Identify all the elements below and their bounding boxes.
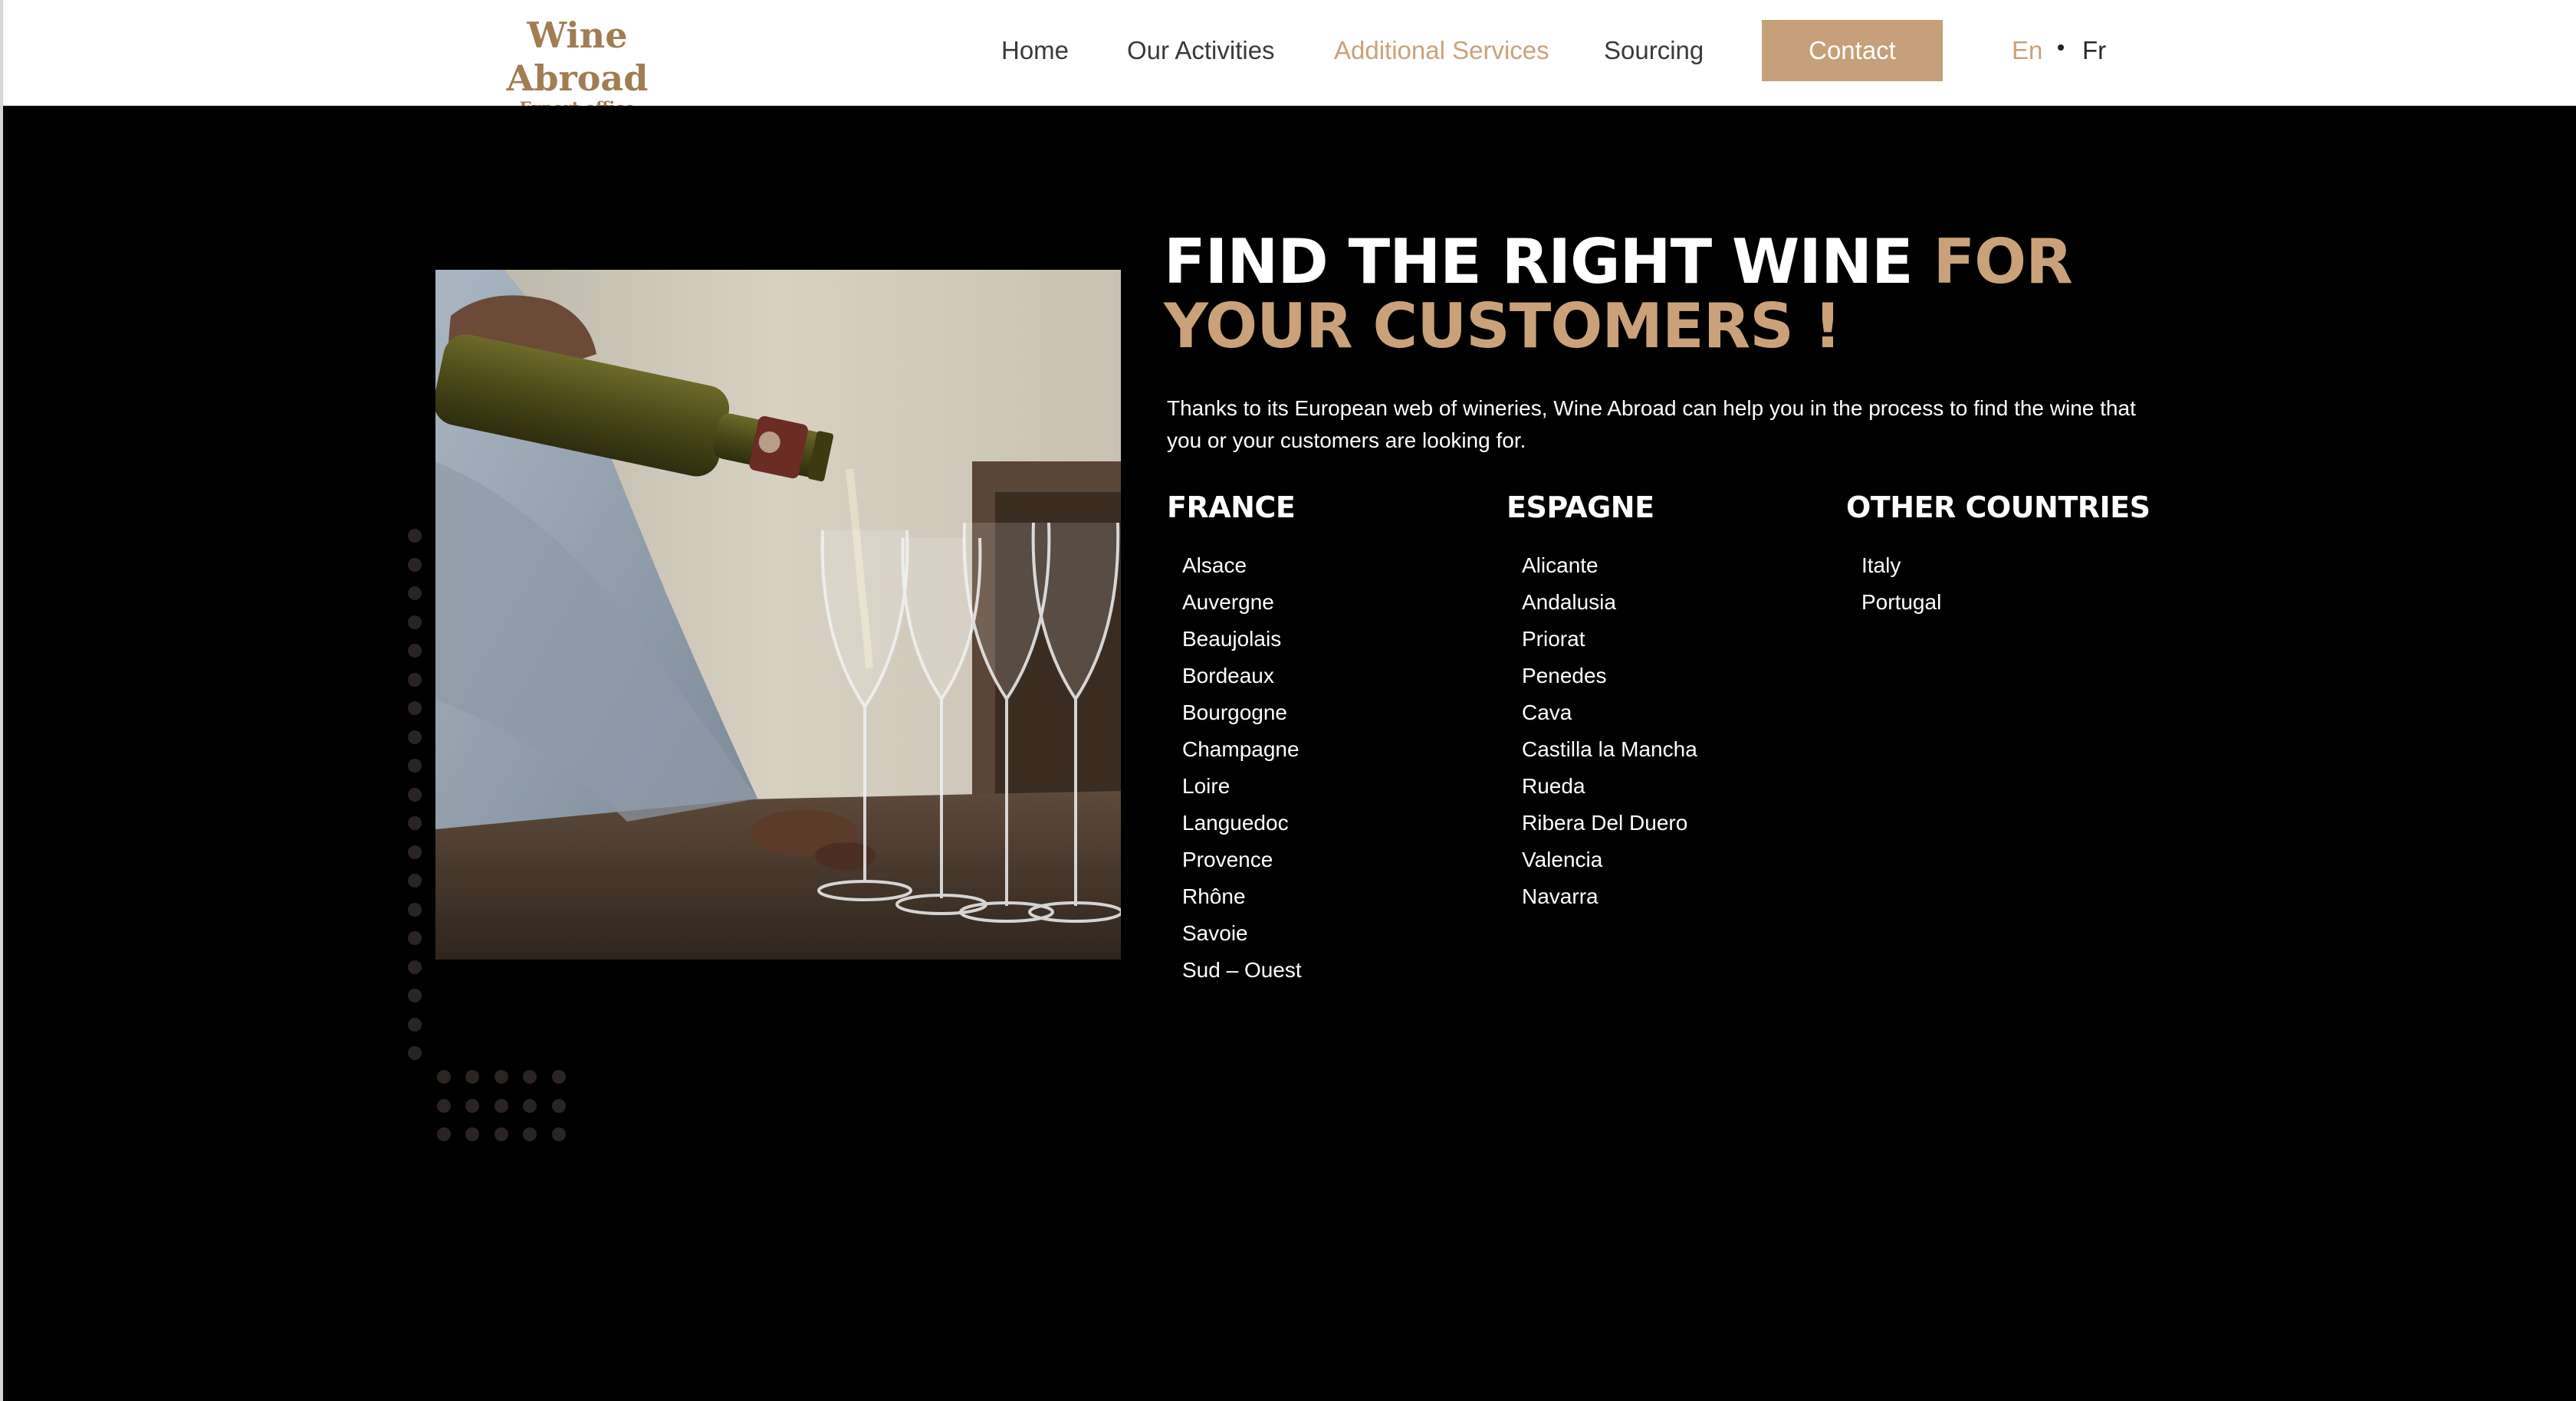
region-item[interactable]: Auvergne [1182, 584, 1504, 621]
decorative-dot [494, 1098, 508, 1113]
decorative-dot [408, 557, 422, 572]
decorative-dot [408, 644, 422, 658]
region-item[interactable]: Sud – Ouest [1182, 952, 1504, 989]
region-list-espagne: Alicante Andalusia Priorat Penedes Cava Casti… [1506, 547, 1844, 915]
decorative-dot [408, 989, 422, 1002]
decorative-dot [408, 787, 422, 802]
decorative-dot [408, 615, 422, 629]
lang-en-link[interactable]: En [2012, 35, 2042, 66]
region-item[interactable]: Penedes [1522, 658, 1844, 694]
region-item[interactable]: Alsace [1182, 547, 1504, 584]
decorative-dot [408, 845, 422, 859]
region-item[interactable]: Andalusia [1522, 584, 1844, 621]
region-title-france: FRANCE [1167, 491, 1296, 524]
decorative-dot [436, 1070, 451, 1084]
region-item[interactable]: Castilla la Mancha [1522, 731, 1844, 768]
nav-home[interactable]: Home [1001, 35, 1069, 66]
page-headline: FIND THE RIGHT WINE FOR YOUR CUSTOMERS ! [1164, 230, 2176, 359]
decorative-dot [408, 730, 422, 744]
decorative-dot [551, 1127, 566, 1141]
region-column-espagne: ESPAGNE Alicante Andalusia Priorat Penedes C… [1506, 489, 1844, 915]
region-column-other: OTHER COUNTRIES Italy Portugal [1846, 489, 2183, 621]
decorative-dot [465, 1127, 479, 1141]
decorative-dot [408, 586, 422, 600]
decorative-dot [408, 931, 422, 945]
lang-fr-link[interactable]: Fr [2082, 35, 2106, 66]
region-list-other: Italy Portugal [1846, 547, 2183, 621]
nav-additional-services[interactable]: Additional Services [1334, 35, 1549, 66]
region-item[interactable]: Valencia [1522, 842, 1844, 878]
decorative-dot [523, 1098, 537, 1113]
region-item[interactable]: Languedoc [1182, 805, 1504, 842]
decorative-dot [408, 529, 422, 543]
region-list-france: Alsace Auvergne Beaujolais Bordeaux Bourgogn… [1167, 547, 1504, 989]
region-item[interactable]: Ribera Del Duero [1522, 805, 1844, 842]
region-item[interactable]: Rhône [1182, 878, 1504, 915]
nav-our-activities[interactable]: Our Activities [1127, 35, 1275, 66]
region-item[interactable]: Bourgogne [1182, 694, 1504, 731]
nav-sourcing[interactable]: Sourcing [1604, 35, 1704, 66]
decorative-dot [408, 816, 422, 830]
region-item[interactable]: Loire [1182, 768, 1504, 805]
region-item[interactable]: Priorat [1522, 621, 1844, 658]
region-title-espagne: ESPAGNE [1506, 491, 1654, 524]
decorative-dot [523, 1127, 537, 1141]
region-item[interactable]: Cava [1522, 694, 1844, 731]
decorative-dot [408, 672, 422, 687]
region-item[interactable]: Savoie [1182, 915, 1504, 952]
region-item[interactable]: Provence [1182, 842, 1504, 878]
decorative-dot [494, 1127, 508, 1141]
region-title-other: OTHER COUNTRIES [1846, 491, 2150, 524]
decorative-dot [494, 1070, 508, 1084]
decorative-dot [465, 1098, 479, 1113]
logo-title: Wine Abroad [506, 15, 649, 99]
decorative-dot [436, 1127, 451, 1141]
decorative-dot [408, 701, 422, 715]
decorative-dot [408, 1017, 422, 1032]
site-header: Wine Abroad •Export office• Home Our Act… [3, 0, 2576, 117]
region-item[interactable]: Alicante [1522, 547, 1844, 584]
region-item[interactable]: Italy [1861, 547, 2183, 584]
headline-white: FIND THE RIGHT WINE [1164, 226, 1934, 297]
intro-text: Thanks to its European web of wineries, … [1167, 396, 2136, 452]
region-column-france: FRANCE Alsace Auvergne Beaujolais Bordeaux B… [1167, 489, 1504, 989]
region-item[interactable]: Portugal [1861, 584, 2183, 621]
decorative-dot [408, 902, 422, 917]
decorative-dot [523, 1070, 537, 1084]
region-item[interactable]: Beaujolais [1182, 621, 1504, 658]
region-item[interactable]: Navarra [1522, 878, 1844, 915]
decorative-dot [465, 1070, 479, 1084]
wine-pouring-photo [435, 270, 1121, 960]
decorative-dot [408, 1046, 422, 1060]
region-item[interactable]: Champagne [1182, 731, 1504, 768]
wine-pouring-illustration [435, 270, 1121, 960]
decorative-dot [436, 1098, 451, 1113]
decorative-dot [408, 960, 422, 974]
region-item[interactable]: Bordeaux [1182, 658, 1504, 694]
decorative-dot [408, 874, 422, 888]
logo[interactable]: Wine Abroad •Export office• [466, 14, 688, 120]
decorative-dot [551, 1098, 566, 1113]
decorative-dot [408, 759, 422, 773]
contact-button[interactable]: Contact [1762, 20, 1943, 81]
region-item[interactable]: Rueda [1522, 768, 1844, 805]
decorative-dot [551, 1070, 566, 1084]
lang-separator [2058, 44, 2064, 51]
